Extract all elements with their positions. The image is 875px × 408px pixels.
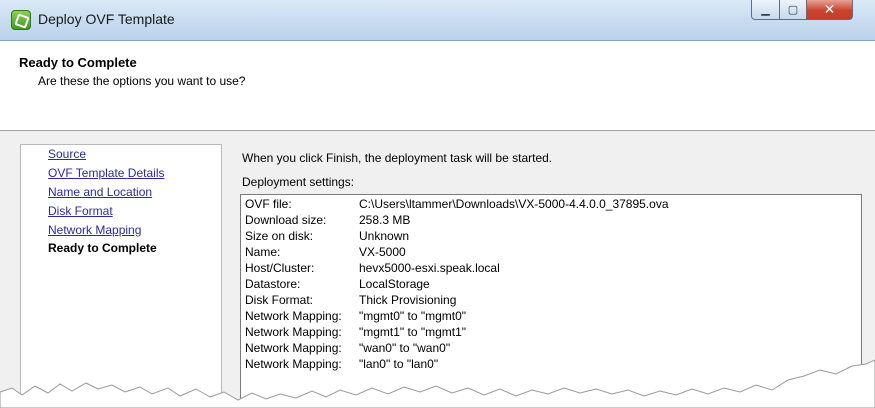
setting-value: hevx5000-esxi.speak.local [359, 261, 500, 275]
setting-value: 258.3 MB [359, 213, 411, 227]
nav-item-source[interactable]: Source [48, 147, 86, 161]
close-icon: ✕ [823, 1, 836, 17]
setting-value: Unknown [359, 229, 410, 243]
torn-edge [0, 359, 875, 408]
setting-row: Disk Format: Thick Provisioning [245, 293, 456, 307]
setting-value: "wan0" to "wan0" [359, 341, 451, 355]
setting-value: "mgmt0" to "mgmt0" [359, 309, 467, 323]
title-bar[interactable]: Deploy OVF Template ▁ ▢ ✕ [0, 0, 875, 41]
finish-info-text: When you click Finish, the deployment ta… [242, 151, 553, 165]
maximize-button[interactable]: ▢ [780, 0, 807, 20]
setting-key: Host/Cluster: [245, 261, 315, 275]
nav-item-name-and-location[interactable]: Name and Location [48, 185, 152, 199]
setting-key: Datastore: [245, 277, 301, 291]
deployment-settings-label: Deployment settings: [242, 175, 355, 189]
setting-row: Network Mapping: "wan0" to "wan0" [245, 341, 450, 355]
app-icon [11, 10, 31, 30]
nav-item-ready-to-complete: Ready to Complete [48, 241, 157, 255]
nav-item-ovf-template-details[interactable]: OVF Template Details [48, 166, 165, 180]
setting-row: Datastore: LocalStorage [245, 277, 430, 291]
setting-key: Network Mapping: [245, 309, 342, 323]
setting-row: Size on disk: Unknown [245, 229, 409, 243]
setting-value: C:\Users\ltammer\Downloads\VX-5000-4.4.0… [359, 197, 669, 211]
deploy-ovf-window: Deploy OVF Template ▁ ▢ ✕ Ready to Compl… [0, 0, 875, 408]
setting-key: Download size: [245, 213, 327, 227]
page-title: Ready to Complete [19, 55, 137, 70]
window-title: Deploy OVF Template [38, 11, 175, 27]
maximize-icon: ▢ [787, 4, 799, 16]
setting-row: Download size: 258.3 MB [245, 213, 410, 227]
setting-key: Name: [245, 245, 281, 259]
nav-item-disk-format[interactable]: Disk Format [48, 204, 113, 218]
setting-key: OVF file: [245, 197, 292, 211]
close-button[interactable]: ✕ [807, 0, 853, 20]
setting-key: Network Mapping: [245, 341, 342, 355]
setting-row: Name: VX-5000 [245, 245, 406, 259]
setting-key: Size on disk: [245, 229, 314, 243]
setting-key: Network Mapping: [245, 325, 342, 339]
setting-row: Network Mapping: "mgmt0" to "mgmt0" [245, 309, 466, 323]
setting-row: Host/Cluster: hevx5000-esxi.speak.local [245, 261, 500, 275]
setting-value: VX-5000 [359, 245, 406, 259]
setting-value: LocalStorage [359, 277, 430, 291]
nav-item-network-mapping[interactable]: Network Mapping [48, 223, 141, 237]
setting-row: OVF file: C:\Users\ltammer\Downloads\VX-5… [245, 197, 669, 211]
wizard-header: Ready to Complete Are these the options … [0, 41, 875, 131]
page-subtitle: Are these the options you want to use? [38, 74, 246, 88]
setting-row: Network Mapping: "mgmt1" to "mgmt1" [245, 325, 466, 339]
setting-value: Thick Provisioning [359, 293, 457, 307]
setting-value: "mgmt1" to "mgmt1" [359, 325, 467, 339]
window-controls: ▁ ▢ ✕ [751, 0, 853, 22]
minimize-button[interactable]: ▁ [751, 0, 780, 20]
minimize-icon: ▁ [761, 4, 770, 16]
setting-key: Disk Format: [245, 293, 314, 307]
